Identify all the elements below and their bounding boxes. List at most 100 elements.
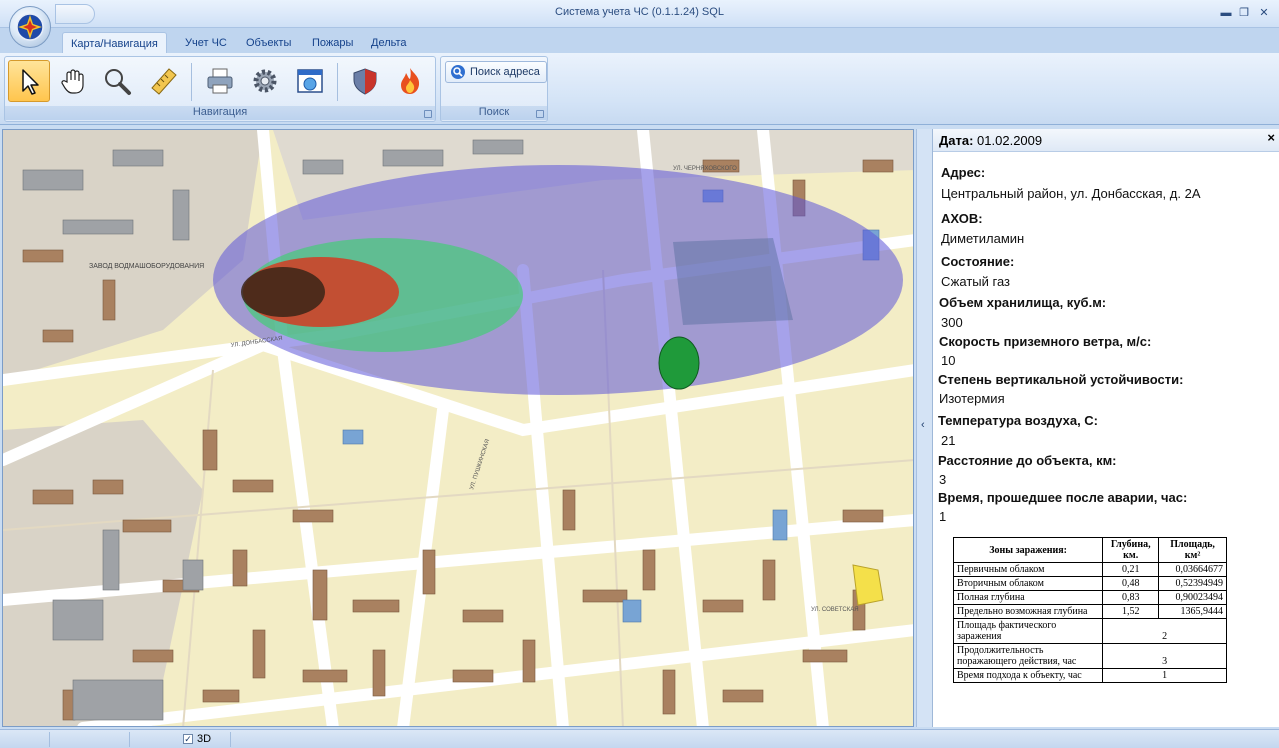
collapse-arrow-icon[interactable]: ‹ xyxy=(921,419,925,431)
field-label: Скорость приземного ветра, м/с: xyxy=(939,334,1152,349)
field-value: 1 xyxy=(939,509,947,524)
navigation-group-launcher[interactable] xyxy=(424,110,432,118)
field-value: 21 xyxy=(941,433,956,448)
table-row: Время подхода к объекту, час 1 xyxy=(952,668,1227,683)
map-view[interactable]: ЗАВОД ВОДМАШОБОРУДОВАНИЯ УЛ. ДОНБАССКАЯ … xyxy=(2,129,914,727)
table-cell: 0,83 xyxy=(1102,590,1160,605)
field-label: АХОВ: xyxy=(941,211,983,226)
search-icon xyxy=(451,65,465,79)
table-cell: 0,48 xyxy=(1102,576,1160,591)
contamination-zones-table: Зоны заражения: Глубина, км. Площадь, км… xyxy=(952,537,1227,683)
table-cell: 0,90023494 xyxy=(1158,590,1227,605)
browser-window-button[interactable] xyxy=(289,60,331,102)
printer-icon xyxy=(207,68,233,94)
field-value: 3 xyxy=(939,472,947,487)
table-cell: 0,03664677 xyxy=(1158,562,1227,577)
measure-tool-button[interactable] xyxy=(143,60,185,102)
tab-map-navigation[interactable]: Карта/Навигация xyxy=(62,32,167,53)
hand-icon xyxy=(61,69,84,94)
field-label: Состояние: xyxy=(941,254,1015,269)
zone-source-core xyxy=(241,267,325,317)
column-header: Площадь, км² xyxy=(1158,537,1227,563)
search-group-launcher[interactable] xyxy=(536,110,544,118)
field-label: Степень вертикальной устойчивости: xyxy=(938,372,1184,387)
gear-icon xyxy=(253,69,277,93)
application-window: Система учета ЧС (0.1.1.24) SQL ▬ ❐ ✕ Ка… xyxy=(0,0,1279,748)
quick-access-toolbar[interactable] xyxy=(55,4,95,24)
table-row: Продолжительность поражающего действия, … xyxy=(952,643,1227,669)
status-pane xyxy=(50,732,130,747)
fire-button[interactable] xyxy=(389,60,431,102)
zoom-tool-button[interactable] xyxy=(96,60,138,102)
cursor-arrow-icon xyxy=(22,69,39,95)
panel-splitter[interactable]: ‹ xyxy=(916,129,932,727)
tab-fires[interactable]: Пожары xyxy=(304,32,361,53)
column-header: Глубина, км. xyxy=(1102,537,1160,563)
toolbar-separator xyxy=(337,63,338,101)
search-group: Поиск адреса Поиск xyxy=(440,56,548,122)
panel-close-button[interactable]: × xyxy=(1267,130,1275,145)
navigation-group-label: Навигация xyxy=(5,106,435,120)
status-pane xyxy=(230,732,231,747)
status-bar: ✓ 3D xyxy=(0,729,1279,748)
settings-button[interactable] xyxy=(244,60,286,102)
ribbon: Навигация Поиск адреса Поиск xyxy=(0,53,1279,125)
restore-button[interactable]: ❐ xyxy=(1236,5,1252,21)
tab-delta[interactable]: Дельта xyxy=(363,32,415,53)
table-cell: 1,52 xyxy=(1102,604,1160,619)
window-globe-icon xyxy=(297,69,323,93)
table-row: Предельно возможная глубина 1,52 1365,94… xyxy=(952,604,1227,619)
column-header: Зоны заражения: xyxy=(952,537,1104,563)
flame-icon xyxy=(401,68,420,94)
city-map: ЗАВОД ВОДМАШОБОРУДОВАНИЯ УЛ. ДОНБАССКАЯ … xyxy=(3,130,913,726)
stadium xyxy=(658,336,700,390)
print-button[interactable] xyxy=(199,60,241,102)
app-menu-button[interactable] xyxy=(9,6,51,48)
table-header-row: Зоны заражения: Глубина, км. Площадь, км… xyxy=(952,537,1227,563)
toolbar-separator xyxy=(191,63,192,101)
field-label: Адрес: xyxy=(941,165,986,180)
protection-button[interactable] xyxy=(344,60,386,102)
field-value: Изотермия xyxy=(939,391,1005,406)
table-row: Полная глубина 0,83 0,90023494 xyxy=(952,590,1227,605)
select-tool-button[interactable] xyxy=(8,60,50,102)
field-label: Время, прошедшее после аварии, час: xyxy=(938,490,1188,505)
map-label-street: УЛ. ЧЕРНЯХОВСКОГО xyxy=(673,166,737,172)
table-cell: Продолжительность поражающего действия, … xyxy=(952,643,1104,669)
table-cell: 1 xyxy=(1102,668,1227,683)
close-button[interactable]: ✕ xyxy=(1256,5,1272,21)
navigation-group: Навигация xyxy=(4,56,436,122)
pan-tool-button[interactable] xyxy=(52,60,94,102)
3d-checkbox-label: 3D xyxy=(197,733,212,745)
map-label-street: УЛ. СОВЕТСКАЯ xyxy=(811,607,859,613)
search-group-label: Поиск xyxy=(441,106,547,120)
table-cell: Время подхода к объекту, час xyxy=(952,668,1104,683)
table-cell: Предельно возможная глубина xyxy=(952,604,1104,619)
tab-emergency-records[interactable]: Учет ЧС xyxy=(177,32,235,53)
magnifier-icon xyxy=(105,69,131,95)
panel-header: Дата: 01.02.2009 xyxy=(933,129,1279,152)
table-cell: 0,21 xyxy=(1102,562,1160,577)
field-value: 300 xyxy=(941,315,963,330)
map-label-plant: ЗАВОД ВОДМАШОБОРУДОВАНИЯ xyxy=(89,263,204,270)
minimize-button[interactable]: ▬ xyxy=(1218,5,1234,21)
table-row: Вторичным облаком 0,48 0,52394949 xyxy=(952,576,1227,591)
tab-objects[interactable]: Объекты xyxy=(238,32,299,53)
table-cell: Площадь фактического заражения xyxy=(952,618,1104,644)
address-search-button[interactable]: Поиск адреса xyxy=(445,61,547,83)
field-label: Расстояние до объекта, км: xyxy=(938,453,1117,468)
table-row: Площадь фактического заражения 2 xyxy=(952,618,1227,644)
table-cell: Полная глубина xyxy=(952,590,1104,605)
field-value: Сжатый газ xyxy=(941,274,1010,289)
ruler-icon xyxy=(151,68,177,95)
table-cell: 0,52394949 xyxy=(1158,576,1227,591)
title-bar: Система учета ЧС (0.1.1.24) SQL ▬ ❐ ✕ xyxy=(0,0,1279,28)
table-cell: 2 xyxy=(1102,618,1227,644)
table-cell: 1365,9444 xyxy=(1158,604,1227,619)
3d-checkbox[interactable]: ✓ xyxy=(183,734,193,744)
field-value: 10 xyxy=(941,353,956,368)
incident-info-panel: Дата: 01.02.2009 × Адрес: Центральный ра… xyxy=(932,129,1279,727)
shield-icon xyxy=(353,68,377,95)
field-label: Температура воздуха, С: xyxy=(938,413,1099,428)
field-label: Объем хранилища, куб.м: xyxy=(939,295,1107,310)
